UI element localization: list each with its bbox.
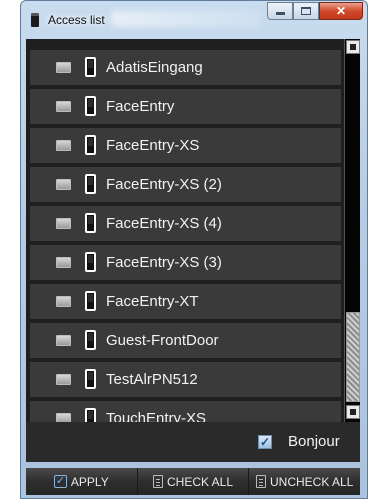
list-item[interactable]: FaceEntry-XS xyxy=(30,128,341,163)
vertical-scrollbar[interactable] xyxy=(344,39,360,422)
list-item[interactable]: TestAlrPN512 xyxy=(30,362,341,397)
close-button[interactable]: ✕ xyxy=(319,2,363,20)
device-icon xyxy=(85,135,96,155)
item-checkbox[interactable] xyxy=(56,413,71,422)
scroll-down-button[interactable] xyxy=(346,405,360,419)
item-checkbox[interactable] xyxy=(56,335,71,346)
bonjour-checkbox[interactable]: ✓ xyxy=(258,435,272,449)
check-all-label: CHECK ALL xyxy=(166,474,234,489)
device-icon xyxy=(31,13,39,27)
item-label: FaceEntry xyxy=(106,98,175,115)
item-label: AdatisEingang xyxy=(106,59,203,76)
button-bar: ✓ APPLY CHECK ALL UNCHECK ALL xyxy=(26,468,361,495)
list-item[interactable]: AdatisEingang xyxy=(30,50,341,85)
close-icon: ✕ xyxy=(335,4,347,18)
scroll-up-button[interactable] xyxy=(346,40,360,54)
minimize-icon xyxy=(275,12,285,15)
access-list-window: Access list ✕ AdatisEingang FaceEntry Face… xyxy=(20,0,368,499)
list-item[interactable]: Guest-FrontDoor xyxy=(30,323,341,358)
item-checkbox[interactable] xyxy=(56,179,71,190)
device-icon xyxy=(85,330,96,350)
uncheck-all-icon xyxy=(255,475,266,488)
item-checkbox[interactable] xyxy=(56,101,71,112)
item-checkbox[interactable] xyxy=(56,257,71,268)
device-icon xyxy=(85,291,96,311)
device-icon xyxy=(85,57,96,77)
apply-label: APPLY xyxy=(70,474,109,489)
apply-check-icon: ✓ xyxy=(53,475,67,488)
device-icon xyxy=(85,174,96,194)
check-all-button[interactable]: CHECK ALL xyxy=(137,468,250,495)
apply-button[interactable]: ✓ APPLY xyxy=(26,468,138,495)
scroll-up-icon xyxy=(350,44,356,50)
access-list: AdatisEingang FaceEntry FaceEntry-XS FaceEn… xyxy=(26,39,344,422)
list-item[interactable]: FaceEntry-XS (3) xyxy=(30,245,341,280)
title-blur xyxy=(111,11,261,27)
item-label: FaceEntry-XT xyxy=(106,293,199,310)
item-label: TestAlrPN512 xyxy=(106,371,198,388)
list-item[interactable]: TouchEntry-XS xyxy=(30,401,341,422)
bonjour-label: Bonjour xyxy=(288,433,340,450)
list-item[interactable]: FaceEntry-XT xyxy=(30,284,341,319)
item-label: FaceEntry-XS xyxy=(106,137,200,154)
device-icon xyxy=(85,213,96,233)
item-label: TouchEntry-XS xyxy=(106,410,207,422)
list-item[interactable]: FaceEntry-XS (4) xyxy=(30,206,341,241)
device-icon xyxy=(85,369,96,389)
check-all-icon xyxy=(152,475,163,488)
uncheck-all-label: UNCHECK ALL xyxy=(269,474,354,489)
device-icon xyxy=(85,252,96,272)
list-item[interactable]: FaceEntry-XS (2) xyxy=(30,167,341,202)
maximize-icon xyxy=(301,7,311,15)
scrollbar-thumb[interactable] xyxy=(346,312,360,402)
device-icon xyxy=(85,96,96,116)
device-icon xyxy=(85,408,96,422)
item-label: FaceEntry-XS (2) xyxy=(106,176,222,193)
item-label: FaceEntry-XS (3) xyxy=(106,254,222,271)
item-label: FaceEntry-XS (4) xyxy=(106,215,222,232)
title-bar[interactable]: Access list ✕ xyxy=(21,1,368,39)
options-area: ✓ Bonjour xyxy=(26,422,360,462)
list-item[interactable]: FaceEntry xyxy=(30,89,341,124)
minimize-button[interactable] xyxy=(267,2,293,20)
item-checkbox[interactable] xyxy=(56,374,71,385)
window-title: Access list xyxy=(48,13,105,27)
window-controls: ✕ xyxy=(267,2,363,20)
maximize-button[interactable] xyxy=(293,2,319,20)
item-checkbox[interactable] xyxy=(56,140,71,151)
item-checkbox[interactable] xyxy=(56,296,71,307)
uncheck-all-button[interactable]: UNCHECK ALL xyxy=(249,468,361,495)
content-area: AdatisEingang FaceEntry FaceEntry-XS FaceEn… xyxy=(26,39,360,462)
scroll-down-icon xyxy=(350,409,356,415)
item-checkbox[interactable] xyxy=(56,218,71,229)
item-checkbox[interactable] xyxy=(56,62,71,73)
item-label: Guest-FrontDoor xyxy=(106,332,219,349)
